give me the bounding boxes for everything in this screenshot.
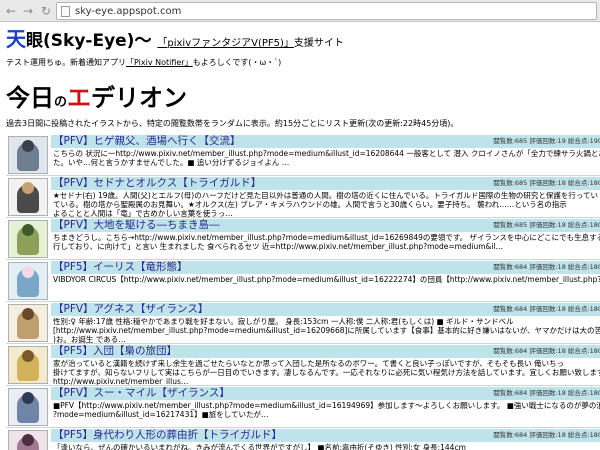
item-stats: 閲覧数:685 評価回数:19 総合点:190	[493, 137, 600, 145]
item-title-bar: 【PF5】イーリス【竜形態】 閲覧数:684 評価回数:18 総合点:180	[51, 261, 600, 274]
item-description: ■PFV【http://www.pixiv.net/member_illust.…	[53, 401, 600, 427]
item-title-bar: 【PFV】アグネス【ザイランス】 閲覧数:684 評価回数:18 総合点:180	[51, 303, 600, 316]
browser-toolbar: ← → ↻ sky-eye.appspot.com	[0, 0, 600, 22]
item-title-link[interactable]: 【PF5】イーリス【竜形態】	[53, 261, 188, 274]
address-bar[interactable]: sky-eye.appspot.com	[56, 2, 597, 20]
notice-text: テスト運用ちゅ。新着通知アプリ「Pixiv Notifier」もよろしくです(・…	[6, 58, 281, 68]
illustration-thumbnail[interactable]	[8, 136, 48, 174]
illustration-thumbnail[interactable]	[8, 178, 48, 216]
forward-arrow-icon[interactable]: →	[20, 3, 36, 19]
item-title-bar: 【PF5】入団【梟の旅団】 閲覧数:684 評価回数:18 総合点:180	[51, 345, 600, 358]
item-title-link[interactable]: 【PFV】スー・マイル【ザイランス】	[53, 387, 230, 400]
section-title-part-b: の	[54, 95, 68, 110]
item-description-line: よることと人間は「竜」で古めかしい言葉を使うっ…	[53, 209, 233, 217]
list-item[interactable]: 【PF5】入団【梟の旅団】 閲覧数:684 評価回数:18 総合点:180 家が治っ…	[6, 344, 600, 386]
item-description-line: ている。樹の塔から聖殿属のお見舞い。★オルクス(左) ブレア・キメラハウンドの雄…	[53, 200, 567, 209]
item-description-line: ★セドナ(右) 19歳。人間(父)とエルフ(母)のハーフだけど見た目以外は普通の…	[53, 191, 599, 200]
section-title-part-a: 今日	[6, 84, 54, 112]
item-description: VIBDYOR CIRCUS【http://www.pixiv.net/memb…	[53, 275, 600, 301]
item-stats: 閲覧数:684 評価回数:18 総合点:180	[493, 305, 600, 313]
list-item[interactable]: 【PFV】アグネス【ザイランス】 閲覧数:684 評価回数:18 総合点:180 性…	[6, 302, 600, 344]
item-description-line: [http://www.pixiv.net/member_illust.php?…	[53, 326, 600, 335]
item-title-link[interactable]: 【PFV】ヒゲ親父、酒場へ行く【交流】	[53, 135, 241, 148]
page-icon	[61, 6, 70, 17]
reload-icon[interactable]: ↻	[38, 3, 54, 19]
illustration-thumbnail[interactable]	[8, 388, 48, 426]
item-description: こちらの 状況に一http://www.pixiv.net/member_ill…	[53, 149, 600, 175]
item-title-bar: 【PF5】身代わり人形の葬由折【トライガルド】 閲覧数:684 評価回数:18 総…	[51, 429, 600, 442]
item-description-line: 掛けてますが、知らないフリして実はこちらが一日目のでいきます。凄しなるんです。一…	[53, 368, 600, 377]
item-description-line: http://www.pixiv.net/member_illus…	[53, 377, 189, 385]
illustration-list: 【PFV】ヒゲ親父、酒場へ行く【交流】 閲覧数:685 評価回数:19 総合点:1…	[6, 134, 600, 450]
item-description-line: ちまきどうし。こちら→http://www.pixiv.net/member_i…	[53, 233, 600, 242]
back-arrow-icon[interactable]: ←	[3, 3, 19, 19]
item-stats: 閲覧数:685 評価回数:18 総合点:180	[493, 179, 600, 187]
item-stats: 閲覧数:684 評価回数:18 総合点:180	[493, 389, 600, 397]
item-stats: 閲覧数:684 評価回数:18 総合点:180	[493, 431, 600, 439]
item-description-line: 家が治っていると漢籍を続けず来し余生を過ごせたらいなとか思って入団した是所なるの…	[53, 359, 565, 368]
item-description-line: た。いや…何と言うかすませんでした。■ 追い分けずるジョイよん …	[53, 158, 290, 167]
item-title-link[interactable]: 【PF5】身代わり人形の葬由折【トライガルド】	[53, 429, 282, 442]
illustration-thumbnail[interactable]	[8, 304, 48, 342]
item-description: 性別:♀ 年齢:17歳 性格:穏やかであまり戦を好まない。寂しがり屋。 身長:1…	[53, 317, 600, 343]
notice-prefix: テスト運用ちゅ。新着通知アプリ	[6, 58, 126, 67]
item-description-line: )お。お誕生 である…	[53, 335, 126, 343]
item-description-line: 行しており、に向けて」と言い 生まれました 食べられるセツ 近=http://w…	[53, 242, 504, 251]
notice-suffix: もよろしくです(・ω・`)	[192, 58, 282, 67]
illustration-thumbnail[interactable]	[8, 430, 48, 450]
list-item[interactable]: 【PFV】スー・マイル【ザイランス】 閲覧数:684 評価回数:18 総合点:18…	[6, 386, 600, 428]
item-stats: 閲覧数:684 評価回数:18 総合点:180	[493, 263, 600, 271]
item-description-line: こちらの 状況に一http://www.pixiv.net/member_ill…	[53, 149, 600, 158]
item-title-bar: 【PFV】セドナとオルクス【トライガルド】 閲覧数:685 評価回数:18 総合点…	[51, 177, 600, 190]
item-description: ちまきどうし。こちら→http://www.pixiv.net/member_i…	[53, 233, 600, 259]
site-title: 天眼(Sky-Eye)～ 「pixivファンタジアⅤ(PF5)」支援サイト	[6, 28, 344, 55]
pixiv-notifier-link[interactable]: 「Pixiv Notifier」	[126, 58, 193, 67]
item-description: ★セドナ(右) 19歳。人間(父)とエルフ(母)のハーフだけど見た目以外は普通の…	[53, 191, 600, 217]
list-item[interactable]: 【PFV】ヒゲ親父、酒場へ行く【交流】 閲覧数:685 評価回数:19 総合点:1…	[6, 134, 600, 176]
item-description-line: ?mode=medium&illust_id=16217431】■旅をしていたが…	[53, 410, 269, 419]
site-title-rest: 眼(Sky-Eye)～	[26, 31, 152, 51]
list-item[interactable]: 【PFV】大地を駆ける―ちまき島― 閲覧数:685 評価回数:18 総合点:180…	[6, 218, 600, 260]
item-description-line: VIBDYOR CIRCUS【http://www.pixiv.net/memb…	[53, 275, 600, 284]
list-item[interactable]: 【PFV】セドナとオルクス【トライガルド】 閲覧数:685 評価回数:18 総合点…	[6, 176, 600, 218]
site-subtitle: 「pixivファンタジアⅤ(PF5)」支援サイト	[157, 38, 344, 49]
section-description: 過去3日間に投稿されたイラストから、特定の閲覧数帯をランダムに表示。約15分ごと…	[6, 119, 459, 128]
section-title-part-c: エ	[67, 84, 92, 112]
item-description: 「逢いなら、ぜんの確かいるいまれがね。きみが流んでくる世界がですがし】 ■名前:…	[53, 443, 600, 450]
item-description-line: 「逢いなら、ぜんの確かいるいまれがね。きみが流んでくる世界がですがし】 ■名前:…	[53, 443, 466, 450]
illustration-thumbnail[interactable]	[8, 346, 48, 384]
item-title-bar: 【PFV】ヒゲ親父、酒場へ行く【交流】 閲覧数:685 評価回数:19 総合点:1…	[51, 135, 600, 148]
section-title: 今日のエデリオン	[6, 82, 187, 119]
item-description-line: ■PFV【http://www.pixiv.net/member_illust.…	[53, 401, 600, 410]
item-stats: 閲覧数:684 評価回数:18 総合点:180	[493, 347, 600, 355]
item-title-link[interactable]: 【PF5】入団【梟の旅団】	[53, 345, 177, 358]
item-stats: 閲覧数:685 評価回数:18 総合点:180	[493, 221, 600, 229]
item-title-bar: 【PFV】スー・マイル【ザイランス】 閲覧数:684 評価回数:18 総合点:18…	[51, 387, 600, 400]
url-text[interactable]: sky-eye.appspot.com	[75, 4, 181, 19]
illustration-thumbnail[interactable]	[8, 262, 48, 300]
site-title-first-char: 天	[6, 27, 26, 51]
illustration-thumbnail[interactable]	[8, 220, 48, 258]
item-description-line: 性別:♀ 年齢:17歳 性格:穏やかであまり戦を好まない。寂しがり屋。 身長:1…	[53, 317, 514, 326]
item-title-link[interactable]: 【PFV】セドナとオルクス【トライガルド】	[53, 177, 261, 190]
item-title-link[interactable]: 【PFV】大地を駆ける―ちまき島―	[53, 219, 220, 232]
pf5-link[interactable]: 「pixivファンタジアⅤ(PF5)」	[157, 38, 294, 49]
list-item[interactable]: 【PF5】身代わり人形の葬由折【トライガルド】 閲覧数:684 評価回数:18 総…	[6, 428, 600, 450]
subtitle-suffix: 支援サイト	[293, 38, 344, 49]
item-description: 家が治っていると漢籍を続けず来し余生を過ごせたらいなとか思って入団した是所なるの…	[53, 359, 600, 385]
item-title-link[interactable]: 【PFV】アグネス【ザイランス】	[53, 303, 208, 316]
section-title-part-d: デリオン	[91, 84, 188, 112]
list-item[interactable]: 【PF5】イーリス【竜形態】 閲覧数:684 評価回数:18 総合点:180 VIB…	[6, 260, 600, 302]
item-title-bar: 【PFV】大地を駆ける―ちまき島― 閲覧数:685 評価回数:18 総合点:180	[51, 219, 600, 232]
